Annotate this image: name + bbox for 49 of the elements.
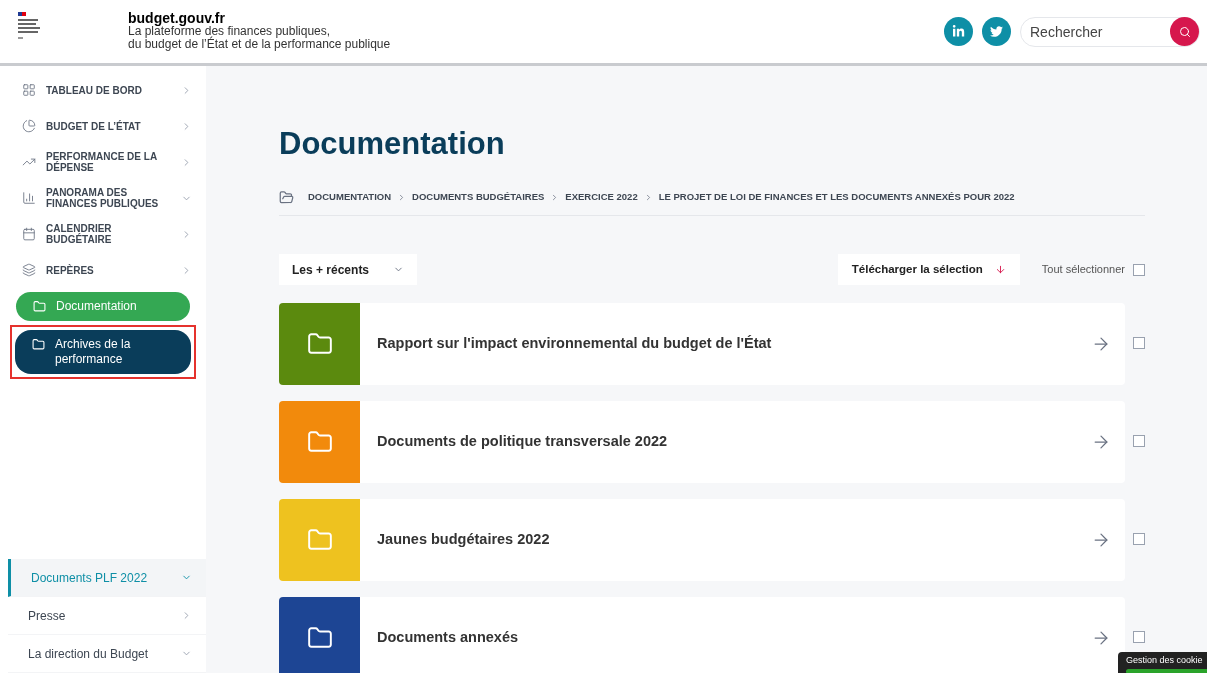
download-icon <box>994 264 1006 275</box>
sidebar-item[interactable]: PANORAMA DES FINANCES PUBLIQUES <box>22 180 192 216</box>
folder-title: Documents de politique transversale 2022 <box>377 432 668 452</box>
sort-dropdown[interactable]: Les + récents <box>279 254 417 285</box>
folder-title: Rapport sur l'impact environnemental du budget de l'État <box>377 334 772 354</box>
sidebar-item[interactable]: PERFORMANCE DE LA DÉPENSE <box>22 144 192 180</box>
nav-pill[interactable]: Archives de la performance <box>15 330 191 374</box>
sidebar-link[interactable]: Presse <box>8 597 206 635</box>
folder-icon <box>306 429 333 455</box>
sidebar-link[interactable]: La direction du Budget <box>8 635 206 673</box>
page-title: Documentation <box>279 126 506 162</box>
pie-chart-icon <box>22 119 36 133</box>
checkbox[interactable] <box>1133 435 1145 447</box>
folder-icon <box>306 331 333 357</box>
folder-card[interactable]: Documents de politique transversale 2022 <box>279 401 1125 483</box>
sidebar-item[interactable]: REPÈRES <box>22 252 192 288</box>
sidebar-item[interactable]: CALENDRIER BUDGÉTAIRE <box>22 216 192 252</box>
folder-icon <box>306 625 333 651</box>
checkbox[interactable] <box>1133 631 1145 643</box>
folder-title: Jaunes budgétaires 2022 <box>377 530 550 550</box>
breadcrumb-link[interactable]: EXERCICE 2022 <box>565 190 638 205</box>
folder-title: Documents annexés <box>377 628 519 648</box>
site-tagline: du budget de l’État et de la performance publique <box>128 38 391 51</box>
sidebar-item[interactable]: BUDGET DE L’ÉTAT <box>22 108 192 144</box>
linkedin-icon[interactable] <box>944 17 973 46</box>
breadcrumb-link[interactable]: LE PROJET DE LOI DE FINANCES ET LES DOCUMENTS ANNEXÉS POUR 2022 <box>658 190 1015 205</box>
calendar-icon <box>22 227 36 241</box>
folder-icon <box>33 300 46 313</box>
twitter-icon[interactable] <box>982 17 1011 46</box>
breadcrumb-link[interactable]: DOCUMENTS BUDGÉTAIRES <box>412 190 545 205</box>
folder-icon <box>279 190 294 205</box>
layers-icon <box>22 263 36 277</box>
cookie-toast[interactable]: Gestion des cookie <box>1118 652 1207 673</box>
checkbox[interactable] <box>1133 337 1145 349</box>
folder-icon <box>32 338 45 351</box>
folder-card[interactable]: Documents annexés <box>279 597 1125 673</box>
breadcrumb-link[interactable]: DOCUMENTATION <box>308 190 392 205</box>
folder-card[interactable]: Rapport sur l'impact environnemental du budget de l'État <box>279 303 1125 385</box>
sidebar-link[interactable]: Documents PLF 2022 <box>8 559 206 597</box>
site-name[interactable]: budget.gouv.fr <box>128 12 391 25</box>
sidebar-item[interactable]: TABLEAU DE BORD <box>22 72 192 108</box>
folder-icon <box>306 527 333 553</box>
folder-card[interactable]: Jaunes budgétaires 2022 <box>279 499 1125 581</box>
download-button[interactable]: Télécharger la sélection <box>837 254 1020 285</box>
bar-chart-icon <box>22 191 36 205</box>
grid-icon <box>22 83 36 97</box>
checkbox[interactable] <box>1133 533 1145 545</box>
select-all-label: Tout sélectionner <box>1041 262 1125 278</box>
checkbox[interactable] <box>1133 263 1145 276</box>
